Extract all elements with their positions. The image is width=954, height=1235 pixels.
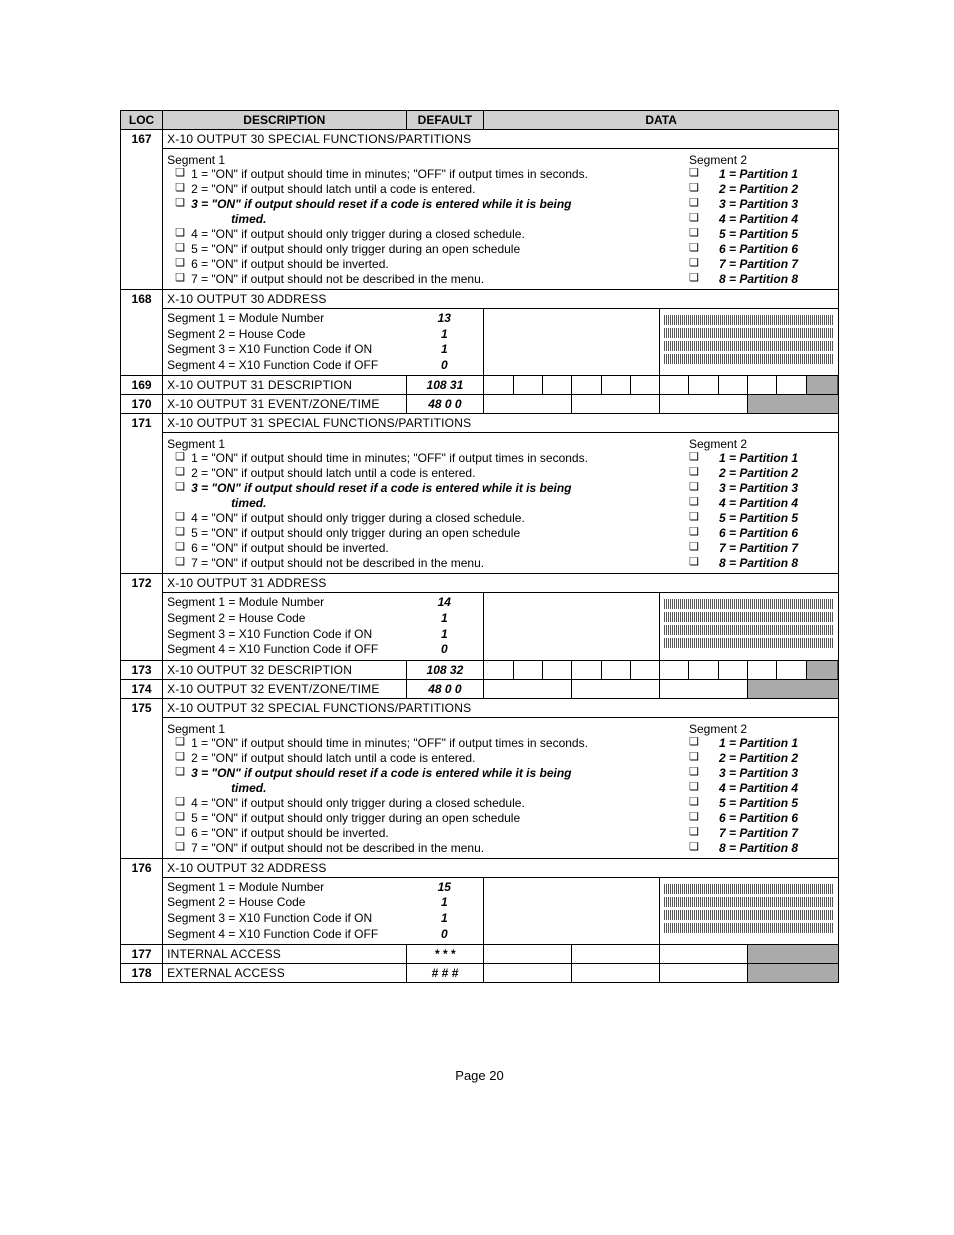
- seg1-opt-3: 3 = "ON" if output should reset if a cod…: [175, 197, 685, 227]
- segment-1-title: Segment 1: [167, 153, 685, 167]
- loc-177: 177: [121, 945, 163, 964]
- row-176-address: Segment 1 = Module Number Segment 2 = Ho…: [163, 877, 484, 944]
- shade-cell: [806, 376, 838, 395]
- row-172-title: X-10 OUTPUT 31 ADDRESS: [163, 574, 839, 593]
- row-171-title: X-10 OUTPUT 31 SPECIAL FUNCTIONS/PARTITI…: [163, 414, 839, 433]
- loc-168: 168: [121, 290, 163, 376]
- loc-172: 172: [121, 574, 163, 660]
- seg1-opt-5: 5 = "ON" if output should only trigger d…: [175, 242, 685, 257]
- seg1-opt-1: 1 = "ON" if output should time in minute…: [175, 167, 685, 182]
- partition-list: 1 = Partition 1 2 = Partition 2 3 = Part…: [689, 167, 834, 287]
- loc-169: 169: [121, 376, 163, 395]
- row-168-data-shade: [660, 309, 839, 376]
- loc-178: 178: [121, 964, 163, 983]
- page-footer: Page 20: [120, 1068, 839, 1083]
- segment-2-title: Segment 2: [689, 153, 834, 167]
- loc-167: 167: [121, 130, 163, 290]
- segment-1-options: 1 = "ON" if output should time in minute…: [167, 167, 685, 287]
- seg1-opt-2: 2 = "ON" if output should latch until a …: [175, 182, 685, 197]
- row-167-title: X-10 OUTPUT 30 SPECIAL FUNCTIONS/PARTITI…: [163, 130, 839, 149]
- row-172-address: Segment 1 = Module Number Segment 2 = Ho…: [163, 593, 484, 660]
- loc-173: 173: [121, 660, 163, 679]
- loc-170: 170: [121, 395, 163, 414]
- row-168-address: Segment 1 = Module Number Segment 2 = Ho…: [163, 309, 484, 376]
- row-172-data-shade: [660, 593, 839, 660]
- row-168-title: X-10 OUTPUT 30 ADDRESS: [163, 290, 839, 309]
- loc-175: 175: [121, 698, 163, 858]
- row-167-segments: Segment 1 1 = "ON" if output should time…: [163, 149, 839, 290]
- row-175-segments: Segment 1 1 = "ON" if output should time…: [163, 717, 839, 858]
- col-header-data: DATA: [484, 111, 839, 130]
- programming-table: LOC DESCRIPTION DEFAULT DATA 167 X-10 OU…: [120, 110, 839, 983]
- col-header-default: DEFAULT: [406, 111, 484, 130]
- row-169-title: X-10 OUTPUT 31 DESCRIPTION: [163, 376, 406, 395]
- seg1-opt-4: 4 = "ON" if output should only trigger d…: [175, 227, 685, 242]
- row-170-title: X-10 OUTPUT 31 EVENT/ZONE/TIME: [163, 395, 406, 414]
- row-171-segments: Segment 1 1 = "ON" if output should time…: [163, 433, 839, 574]
- row-169-default: 108 31: [406, 376, 484, 395]
- loc-174: 174: [121, 679, 163, 698]
- shade-cell: [748, 395, 839, 414]
- col-header-description: DESCRIPTION: [163, 111, 406, 130]
- loc-176: 176: [121, 858, 163, 944]
- row-168-data-blank[interactable]: [484, 309, 660, 376]
- col-header-loc: LOC: [121, 111, 163, 130]
- seg1-opt-6: 6 = "ON" if output should be inverted.: [175, 257, 685, 272]
- row-170-default: 48 0 0: [406, 395, 484, 414]
- loc-171: 171: [121, 414, 163, 574]
- seg1-opt-7: 7 = "ON" if output should not be describ…: [175, 272, 685, 287]
